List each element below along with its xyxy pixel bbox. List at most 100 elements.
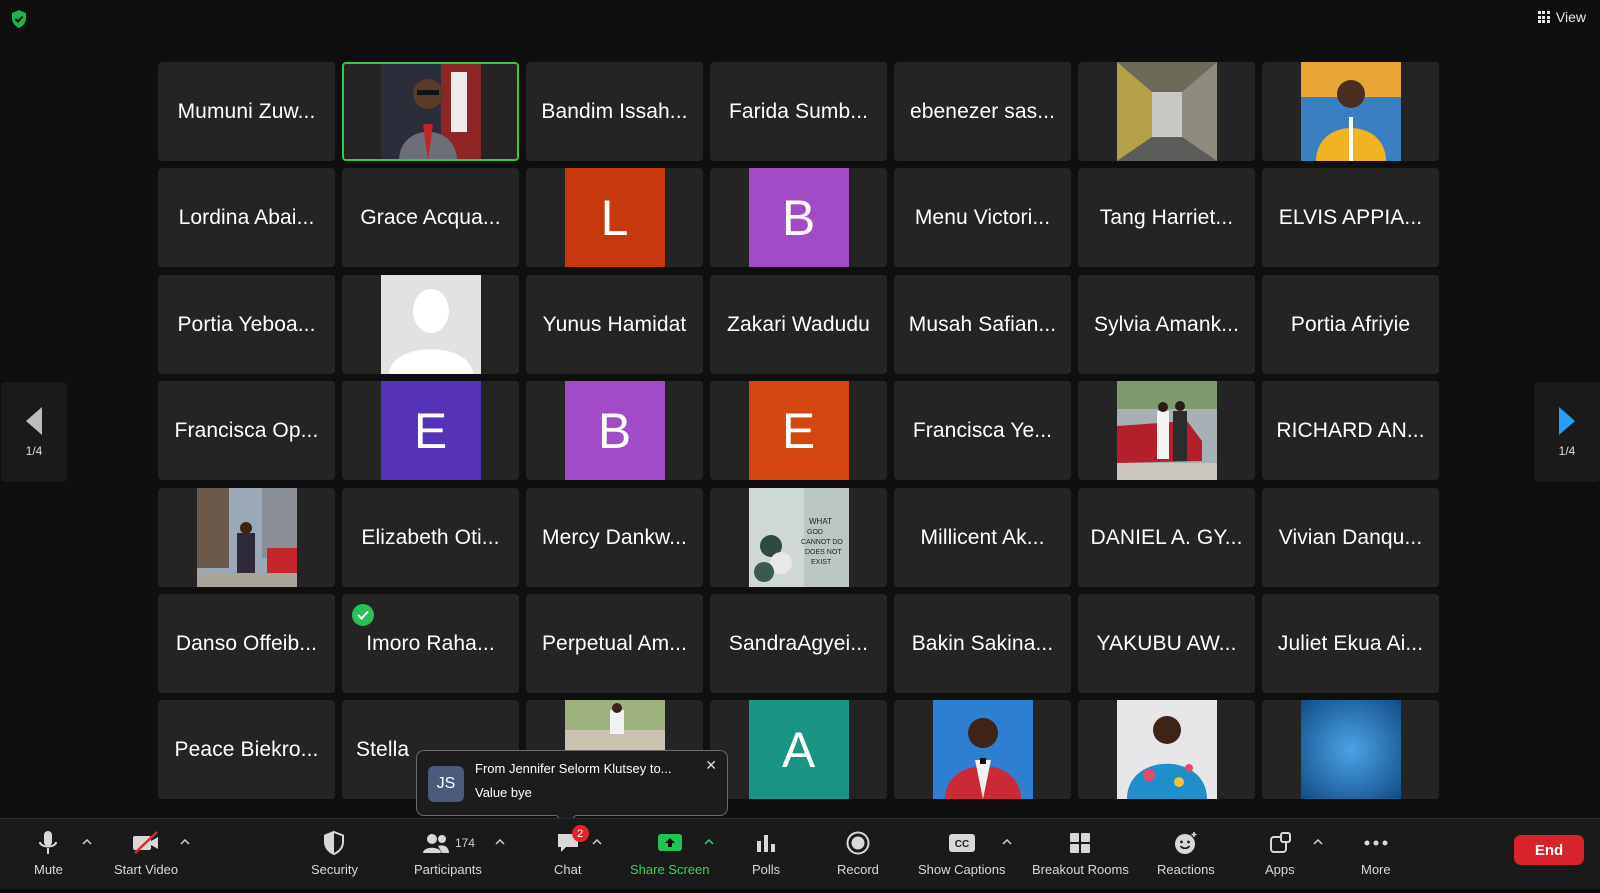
chevron-up-icon [1002, 839, 1012, 845]
participant-tile[interactable] [342, 62, 519, 161]
participant-tile[interactable]: A [710, 700, 887, 799]
participant-tile[interactable]: Francisca Ye... [894, 381, 1071, 480]
participant-tile[interactable]: Millicent Ak... [894, 488, 1071, 587]
participant-tile[interactable]: DANIEL A. GY... [1078, 488, 1255, 587]
participant-name: Danso Offeib... [175, 631, 318, 655]
polls-button[interactable]: Polls [752, 827, 780, 877]
participant-initial-avatar: E [748, 381, 849, 480]
participant-tile[interactable] [1262, 62, 1439, 161]
participant-tile[interactable] [342, 275, 519, 374]
participant-name: Juliet Ekua Ai... [1277, 631, 1424, 655]
participant-tile[interactable] [894, 700, 1071, 799]
participant-tile[interactable] [1078, 62, 1255, 161]
participant-tile[interactable]: Portia Afriyie [1262, 275, 1439, 374]
participant-tile[interactable]: Elizabeth Oti... [342, 488, 519, 587]
end-meeting-button[interactable]: End [1514, 835, 1584, 865]
participant-name: Tang Harriet... [1099, 205, 1234, 229]
participants-count: 174 [454, 836, 475, 850]
participant-tile[interactable]: ebenezer sas... [894, 62, 1071, 161]
participants-button[interactable]: 174 Participants [414, 827, 482, 877]
record-button[interactable]: Record [837, 827, 879, 877]
captions-options-caret[interactable] [1000, 835, 1014, 849]
participant-tile[interactable]: Vivian Danqu... [1262, 488, 1439, 587]
start-video-button[interactable]: Start Video [114, 827, 178, 877]
participant-tile[interactable]: Perpetual Am... [526, 594, 703, 693]
video-options-caret[interactable] [178, 835, 192, 849]
participant-tile[interactable]: Mumuni Zuw... [158, 62, 335, 161]
participant-tile[interactable]: B [710, 168, 887, 267]
participant-name: ebenezer sas... [909, 99, 1056, 123]
participant-tile[interactable]: Farida Sumb... [710, 62, 887, 161]
participant-tile[interactable]: E [710, 381, 887, 480]
participant-tile[interactable]: Zakari Wadudu [710, 275, 887, 374]
participant-tile[interactable]: WHAT GOD CANNOT DO DOES NOT EXIST [710, 488, 887, 587]
participant-tile[interactable]: Portia Yeboa... [158, 275, 335, 374]
reactions-button[interactable]: Reactions [1157, 827, 1215, 877]
participant-tile[interactable]: Lordina Abai... [158, 168, 335, 267]
next-page-button[interactable]: 1/4 [1534, 382, 1600, 482]
participant-tile[interactable]: Musah Safian... [894, 275, 1071, 374]
participant-name: ELVIS APPIA... [1278, 205, 1423, 229]
mute-label: Mute [34, 862, 63, 877]
breakout-rooms-icon [1070, 833, 1091, 853]
chevron-up-icon [495, 839, 505, 845]
participant-tile[interactable]: Juliet Ekua Ai... [1262, 594, 1439, 693]
participant-name: Bandim Issah... [541, 99, 688, 123]
previous-page-button[interactable]: 1/4 [1, 382, 67, 482]
participant-photo [196, 488, 297, 587]
participant-tile[interactable] [1078, 381, 1255, 480]
close-icon[interactable]: ✕ [705, 757, 717, 774]
participant-tile[interactable]: L [526, 168, 703, 267]
participant-tile[interactable]: Danso Offeib... [158, 594, 335, 693]
encryption-shield-icon[interactable] [10, 9, 28, 29]
participant-photo [380, 64, 481, 159]
svg-text:CANNOT DO: CANNOT DO [801, 539, 843, 546]
participant-tile[interactable] [1078, 700, 1255, 799]
apps-options-caret[interactable] [1311, 835, 1325, 849]
breakout-rooms-button[interactable]: Breakout Rooms [1032, 827, 1129, 877]
microphone-icon [39, 831, 58, 854]
chat-options-caret[interactable] [590, 835, 604, 849]
participant-initial-avatar: L [564, 168, 665, 267]
participant-tile[interactable]: RICHARD AN... [1262, 381, 1439, 480]
participants-options-caret[interactable] [493, 835, 507, 849]
participant-tile[interactable]: Bandim Issah... [526, 62, 703, 161]
participant-tile[interactable]: ELVIS APPIA... [1262, 168, 1439, 267]
participant-tile[interactable]: B [526, 381, 703, 480]
participant-tile[interactable] [1262, 700, 1439, 799]
more-button[interactable]: More [1361, 827, 1391, 877]
breakout-rooms-label: Breakout Rooms [1032, 862, 1129, 877]
audio-options-caret[interactable] [80, 835, 94, 849]
participant-tile[interactable]: Tang Harriet... [1078, 168, 1255, 267]
participant-tile[interactable]: E [342, 381, 519, 480]
participant-tile[interactable]: Grace Acqua... [342, 168, 519, 267]
mute-button[interactable]: Mute [34, 827, 63, 877]
participant-tile[interactable]: YAKUBU AW... [1078, 594, 1255, 693]
participant-tile[interactable]: Peace Biekro... [158, 700, 335, 799]
chevron-up-icon [704, 839, 714, 845]
chat-button[interactable]: 2 Chat [554, 825, 589, 877]
meeting-toolbar: Mute Start Video Security 174 Participan… [0, 818, 1600, 893]
participant-tile[interactable]: Mercy Dankw... [526, 488, 703, 587]
show-captions-button[interactable]: CC Show Captions [918, 827, 1005, 877]
participant-tile[interactable]: Imoro Raha... [342, 594, 519, 693]
chat-notification[interactable]: JS From Jennifer Selorm Klutsey to... Va… [416, 750, 728, 826]
svg-text:GOD: GOD [807, 529, 823, 536]
apps-button[interactable]: Apps [1265, 827, 1295, 877]
participant-tile[interactable] [158, 488, 335, 587]
participant-tile[interactable]: Sylvia Amank... [1078, 275, 1255, 374]
participant-tile[interactable]: Francisca Op... [158, 381, 335, 480]
participant-photo: WHAT GOD CANNOT DO DOES NOT EXIST [748, 488, 849, 587]
share-screen-button[interactable]: Share Screen [630, 827, 710, 877]
participant-tile[interactable]: Yunus Hamidat [526, 275, 703, 374]
participant-tile[interactable]: Menu Victori... [894, 168, 1071, 267]
participant-name: Farida Sumb... [728, 99, 869, 123]
participant-photo [1300, 700, 1401, 799]
security-button[interactable]: Security [311, 827, 358, 877]
participant-initial-avatar: B [748, 168, 849, 267]
page-indicator-right: 1/4 [1558, 444, 1576, 458]
participant-tile[interactable]: Bakin Sakina... [894, 594, 1071, 693]
participant-tile[interactable]: SandraAgyei... [710, 594, 887, 693]
view-button[interactable]: View [1537, 9, 1586, 25]
share-options-caret[interactable] [702, 835, 716, 849]
